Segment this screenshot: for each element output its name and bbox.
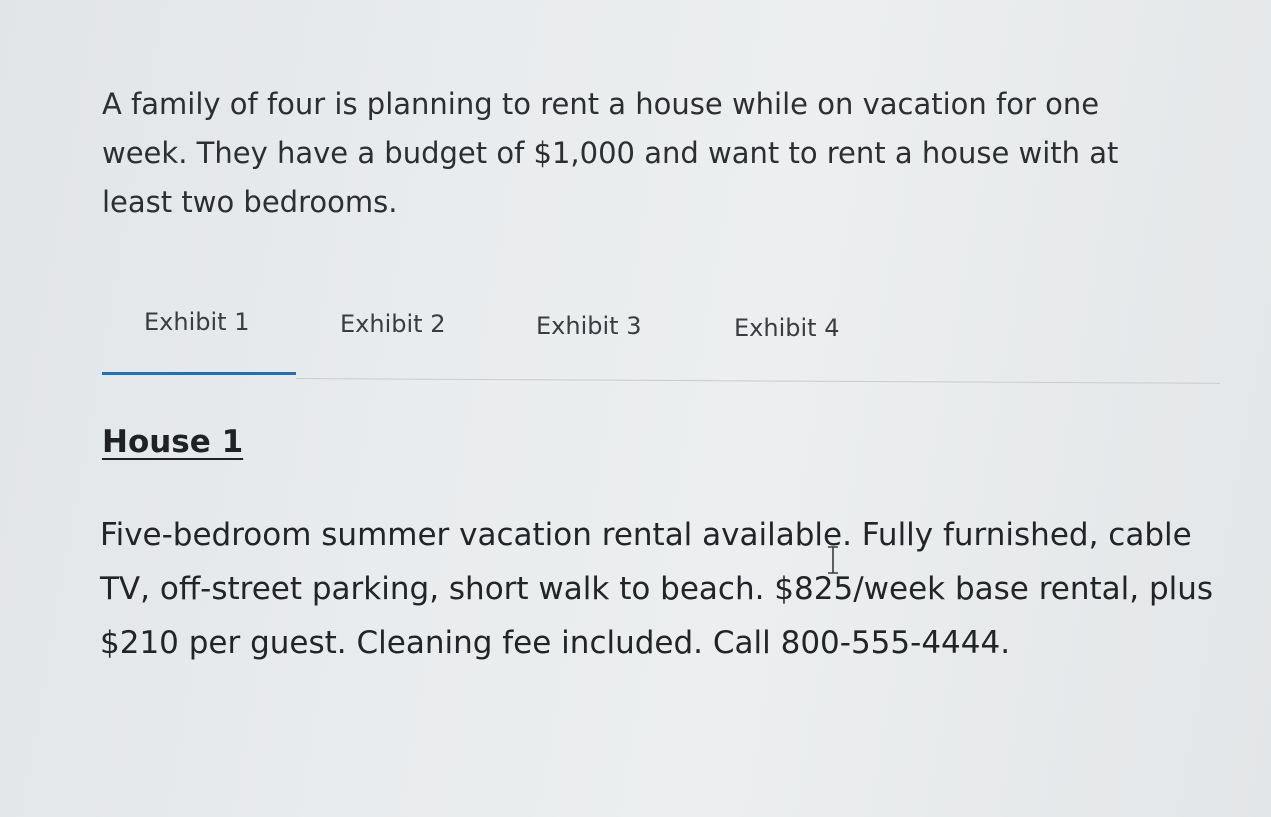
tab-divider	[295, 378, 1220, 384]
text-cursor-icon	[828, 546, 838, 574]
exhibit-description: Five-bedroom summer vacation rental avai…	[100, 517, 1214, 661]
tab-exhibit-1[interactable]: Exhibit 1	[144, 308, 249, 336]
exhibit-title: House 1	[102, 424, 244, 460]
tab-exhibit-4[interactable]: Exhibit 4	[734, 314, 839, 342]
exhibit-page: A family of four is planning to rent a h…	[0, 0, 1271, 817]
tab-exhibit-3[interactable]: Exhibit 3	[536, 312, 641, 340]
question-intro-text: A family of four is planning to rent a h…	[102, 87, 1119, 219]
active-tab-indicator	[102, 372, 296, 375]
exhibit-tabs: Exhibit 1 Exhibit 2 Exhibit 3 Exhibit 4	[102, 300, 1220, 392]
tab-exhibit-2[interactable]: Exhibit 2	[340, 310, 445, 338]
